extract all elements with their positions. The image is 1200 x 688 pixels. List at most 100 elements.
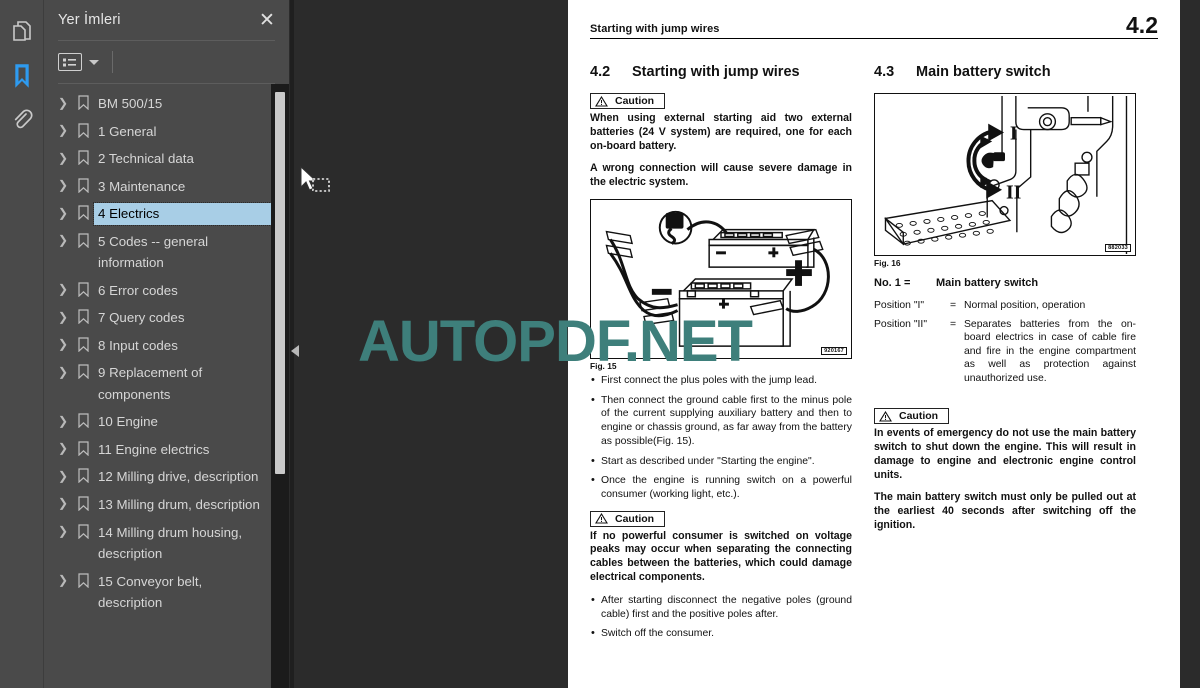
bookmarks-panel-header: Yer İmleri ✕ xyxy=(44,0,289,40)
caution2-badge: Caution xyxy=(590,510,666,527)
figure-16-label-I: I xyxy=(1010,122,1018,144)
attachment-icon xyxy=(11,108,33,132)
bookmark-icon xyxy=(72,439,94,458)
chevron-right-icon[interactable]: ❯ xyxy=(54,571,72,590)
bookmarks-toolbar xyxy=(44,41,289,83)
pdf-reader-window: Yer İmleri ✕ ❯ BM 500/15 ❯ 1 General ❯ 2 Tech… xyxy=(0,0,1200,688)
chevron-right-icon[interactable]: ❯ xyxy=(54,176,72,195)
bookmark-item-label: 9 Replacement of components xyxy=(98,365,203,402)
caution2-label: Caution xyxy=(615,512,655,525)
chevron-left-icon xyxy=(291,345,299,357)
bookmark-item[interactable]: ❯ 15 Conveyor belt, description xyxy=(44,568,271,617)
caution2-bullet-list: After starting disconnect the negative p… xyxy=(590,593,852,641)
bookmark-item[interactable]: ❯ BM 500/15 xyxy=(44,90,271,118)
chevron-right-icon[interactable]: ❯ xyxy=(54,494,72,513)
bookmark-item[interactable]: ❯ 11 Engine electrics xyxy=(44,436,271,464)
bookmark-item[interactable]: ❯ 1 General xyxy=(44,118,271,146)
sidebar-collapse-handle[interactable] xyxy=(289,338,301,364)
chevron-right-icon[interactable]: ❯ xyxy=(54,411,72,430)
chevron-right-icon[interactable]: ❯ xyxy=(54,121,72,140)
warning-triangle-icon xyxy=(595,95,608,107)
section-title: Main battery switch xyxy=(916,64,1051,80)
key-value: Normal position, operation xyxy=(964,300,1086,312)
bookmark-item-label: 10 Engine xyxy=(98,414,158,430)
pages-icon-button[interactable] xyxy=(0,10,44,54)
bookmarks-tree: ❯ BM 500/15 ❯ 1 General ❯ 2 Technical data ❯ 3 … xyxy=(44,90,289,617)
chevron-right-icon[interactable]: ❯ xyxy=(54,439,72,458)
key-label: Position "I" xyxy=(874,300,925,312)
bookmark-icon xyxy=(72,203,94,222)
list-item: Once the engine is running switch on a p… xyxy=(590,473,852,501)
bookmark-item[interactable]: ❯ 2 Technical data xyxy=(44,145,271,173)
bookmark-item[interactable]: ❯ 13 Milling drum, description xyxy=(44,491,271,519)
chevron-right-icon[interactable]: ❯ xyxy=(54,362,72,381)
list-options-icon[interactable] xyxy=(58,53,82,71)
chevron-right-icon[interactable]: ❯ xyxy=(54,203,72,222)
bookmark-item[interactable]: ❯ 5 Codes -- general information xyxy=(44,228,271,277)
bookmark-item[interactable]: ❯ 12 Milling drive, description xyxy=(44,463,271,491)
bookmark-icon xyxy=(72,522,94,541)
bookmarks-scrollbar-thumb[interactable] xyxy=(275,92,285,474)
bookmark-item-label: 8 Input codes xyxy=(98,337,178,353)
chevron-right-icon[interactable]: ❯ xyxy=(54,522,72,541)
bookmark-item-label: 7 Query codes xyxy=(98,310,185,326)
chevron-right-icon[interactable]: ❯ xyxy=(54,148,72,167)
pdf-page[interactable]: Starting with jump wires 4.2 4.2 Startin… xyxy=(568,0,1180,688)
bookmark-item-label: 1 General xyxy=(98,123,157,139)
toolbar-divider xyxy=(112,51,113,73)
bookmark-item-label: 13 Milling drum, description xyxy=(98,496,260,512)
warning-triangle-icon xyxy=(879,410,892,422)
section-title: Starting with jump wires xyxy=(632,64,800,80)
chevron-right-icon[interactable]: ❯ xyxy=(54,93,72,112)
running-header: Starting with jump wires 4.2 xyxy=(590,14,1158,41)
caution1-paragraph-1: When using external starting aid two ext… xyxy=(590,112,852,152)
bookmark-item[interactable]: ❯ 6 Error codes xyxy=(44,277,271,305)
bookmarks-panel: Yer İmleri ✕ ❯ BM 500/15 ❯ 1 General ❯ 2 Tech… xyxy=(44,0,290,688)
bookmark-item-label: 14 Milling drum housing, description xyxy=(98,524,243,562)
bookmark-item[interactable]: ❯ 10 Engine xyxy=(44,408,271,436)
bookmark-item[interactable]: ❯ 14 Milling drum housing, description xyxy=(44,519,271,568)
bookmark-item[interactable]: ❯ 8 Input codes xyxy=(44,332,271,360)
bookmark-item[interactable]: ❯ 4 Electrics xyxy=(44,200,272,228)
close-icon[interactable]: ✕ xyxy=(255,8,279,32)
bookmark-icon xyxy=(72,121,94,140)
bookmark-icon xyxy=(72,362,94,381)
attachments-icon-button[interactable] xyxy=(0,98,44,142)
chevron-right-icon[interactable]: ❯ xyxy=(54,335,72,354)
key-row-position-1: Position "I" = Normal position, operatio… xyxy=(874,299,1136,313)
bookmark-icon xyxy=(72,335,94,354)
bookmark-item[interactable]: ❯ 9 Replacement of components xyxy=(44,359,271,408)
figure-15: 920167 xyxy=(590,198,852,359)
right-column: 4.3 Main battery switch I II 882033 Fig.… xyxy=(874,64,1136,650)
bookmarks-icon-button[interactable] xyxy=(0,54,44,98)
chevron-right-icon[interactable]: ❯ xyxy=(54,280,72,299)
chevron-down-icon[interactable] xyxy=(89,59,99,65)
bookmark-item-label: 12 Milling drive, description xyxy=(98,469,259,485)
section-heading-4-2: 4.2 Starting with jump wires xyxy=(590,64,852,80)
list-item: First connect the plus poles with the ju… xyxy=(590,373,852,388)
bookmark-icon xyxy=(72,411,94,430)
running-header-title: Starting with jump wires xyxy=(590,23,1117,39)
chevron-right-icon[interactable]: ❯ xyxy=(54,307,72,326)
bookmark-item-label: 15 Conveyor belt, description xyxy=(98,573,203,611)
list-item: After starting disconnect the negative p… xyxy=(590,593,852,621)
main-battery-switch-illustration: I II xyxy=(884,95,1128,255)
bookmark-icon xyxy=(72,494,94,513)
list-item: Then connect the ground cable first to t… xyxy=(590,393,852,449)
procedure-bullet-list: First connect the plus poles with the ju… xyxy=(590,373,852,502)
figure-16-label-II: II xyxy=(1006,182,1022,204)
chevron-right-icon[interactable]: ❯ xyxy=(54,231,72,250)
bookmark-item[interactable]: ❯ 7 Query codes xyxy=(44,304,271,332)
bookmark-icon xyxy=(72,280,94,299)
bookmark-icon xyxy=(72,307,94,326)
bookmark-item-label: 2 Technical data xyxy=(98,151,194,167)
sidebar-icon-rail xyxy=(0,0,44,688)
figure-16-caption: Fig. 16 xyxy=(874,258,901,268)
key-title-value: Main battery switch xyxy=(936,277,1039,289)
caution-badge: Caution xyxy=(590,93,666,109)
bookmarks-scrollbar-track[interactable] xyxy=(271,84,289,688)
chevron-right-icon[interactable]: ❯ xyxy=(54,466,72,485)
section-number: 4.3 xyxy=(874,64,895,80)
bookmark-item[interactable]: ❯ 3 Maintenance xyxy=(44,173,271,201)
warning-triangle-icon xyxy=(595,513,608,524)
